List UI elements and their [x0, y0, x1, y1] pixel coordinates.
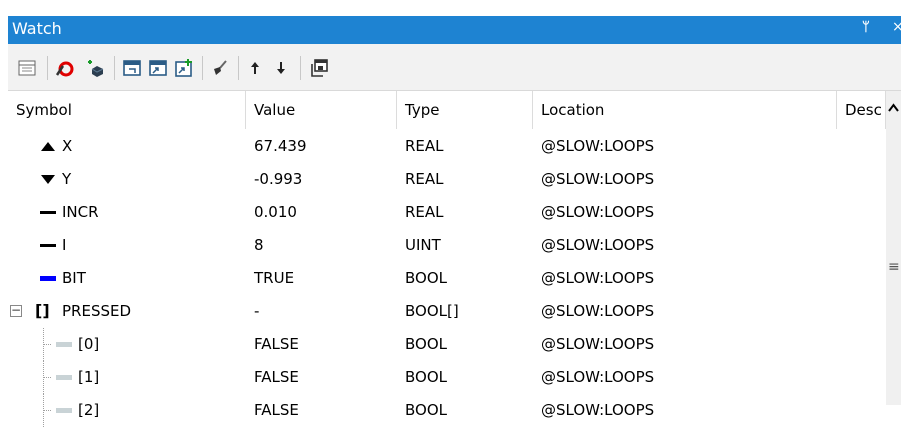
type-cell: BOOL: [405, 335, 447, 353]
title-bar-area: Watch ᛘ ×: [0, 0, 901, 44]
remove-breakpoint-icon[interactable]: [54, 57, 76, 79]
value-cell: -: [254, 302, 260, 320]
export-icon[interactable]: [147, 57, 169, 79]
triangle-up-icon: [41, 142, 55, 151]
scroll-grip-icon[interactable]: ≡: [888, 259, 900, 275]
value-cell: 8: [254, 236, 264, 254]
type-cell: BOOL: [405, 368, 447, 386]
symbol-cell: [0]: [8, 328, 248, 361]
location-cell: @SLOW:LOOPS: [541, 302, 655, 320]
copy-window-icon[interactable]: [308, 57, 330, 79]
collapse-icon[interactable]: −: [10, 304, 22, 317]
triangle-down-icon: [41, 175, 55, 184]
watch-grid: Symbol Value Type Location Desc X 67.439…: [8, 90, 901, 427]
gray-bar-icon: [56, 408, 72, 413]
symbol-cell: X: [8, 130, 248, 163]
location-cell: @SLOW:LOOPS: [541, 236, 655, 254]
location-cell: @SLOW:LOOPS: [541, 170, 655, 188]
table-row[interactable]: Y -0.993 REAL @SLOW:LOOPS: [8, 163, 886, 196]
blue-bar-icon: [40, 276, 56, 281]
toolbar-separator: [114, 56, 115, 80]
symbol-cell: [1]: [8, 361, 248, 394]
location-cell: @SLOW:LOOPS: [541, 368, 655, 386]
toolbar-separator: [300, 56, 301, 80]
add-symbol-icon[interactable]: [84, 57, 106, 79]
value-cell: -0.993: [254, 170, 303, 188]
column-header-location[interactable]: Location: [533, 91, 837, 129]
symbol-cell: BIT: [8, 262, 248, 295]
pin-icon[interactable]: ᛘ: [862, 20, 870, 35]
table-row[interactable]: − [] PRESSED - BOOL[] @SLOW:LOOPS: [8, 295, 886, 328]
location-cell: @SLOW:LOOPS: [541, 203, 655, 221]
value-cell: 67.439: [254, 137, 307, 155]
value-cell: TRUE: [254, 269, 295, 287]
watch-title-bar: Watch ᛘ ×: [8, 16, 901, 44]
symbol-name: X: [62, 137, 73, 155]
line-icon: [40, 244, 56, 247]
table-row[interactable]: I 8 UINT @SLOW:LOOPS: [8, 229, 886, 262]
move-up-icon[interactable]: [244, 57, 266, 79]
symbol-name: PRESSED: [62, 302, 132, 320]
value-cell: 0.010: [254, 203, 297, 221]
symbol-name: Y: [62, 170, 72, 188]
symbol-name: I: [62, 236, 67, 254]
line-icon: [40, 211, 56, 214]
symbol-cell: − [] PRESSED: [8, 295, 248, 328]
table-row[interactable]: [0] FALSE BOOL @SLOW:LOOPS: [8, 328, 886, 361]
gray-bar-icon: [56, 342, 72, 347]
tree-connector: [43, 361, 52, 394]
location-cell: @SLOW:LOOPS: [541, 137, 655, 155]
symbol-cell: INCR: [8, 196, 248, 229]
symbol-name: [1]: [78, 368, 100, 386]
symbol-cell: I: [8, 229, 248, 262]
gray-bar-icon: [56, 375, 72, 380]
move-down-icon[interactable]: [270, 57, 292, 79]
value-cell: FALSE: [254, 335, 299, 353]
view-list-icon[interactable]: [16, 57, 38, 79]
add-variable-icon[interactable]: [173, 57, 195, 79]
scroll-up-icon[interactable]: [888, 103, 899, 113]
symbol-name: [0]: [78, 335, 100, 353]
symbol-name: BIT: [62, 269, 86, 287]
type-cell: BOOL[]: [405, 302, 459, 320]
tree-connector: [43, 394, 52, 427]
toolbar: [8, 44, 901, 90]
column-header-symbol[interactable]: Symbol: [8, 91, 246, 129]
column-header-type[interactable]: Type: [397, 91, 533, 129]
column-header-value[interactable]: Value: [246, 91, 397, 129]
table-row[interactable]: [2] FALSE BOOL @SLOW:LOOPS: [8, 394, 886, 427]
type-cell: UINT: [405, 236, 441, 254]
type-cell: BOOL: [405, 269, 447, 287]
toolbar-separator: [202, 56, 203, 80]
window-title: Watch: [12, 19, 62, 38]
type-cell: REAL: [405, 137, 444, 155]
column-header-description[interactable]: Desc: [837, 91, 886, 129]
type-cell: REAL: [405, 170, 444, 188]
close-icon[interactable]: ×: [892, 19, 901, 35]
table-row[interactable]: [1] FALSE BOOL @SLOW:LOOPS: [8, 361, 886, 394]
location-cell: @SLOW:LOOPS: [541, 335, 655, 353]
symbol-cell: Y: [8, 163, 248, 196]
table-row[interactable]: INCR 0.010 REAL @SLOW:LOOPS: [8, 196, 886, 229]
symbol-name: INCR: [62, 203, 99, 221]
location-cell: @SLOW:LOOPS: [541, 269, 655, 287]
import-icon[interactable]: [121, 57, 143, 79]
value-cell: FALSE: [254, 368, 299, 386]
symbol-cell: [2]: [8, 394, 248, 427]
tree-connector: [43, 328, 52, 361]
vertical-scrollbar[interactable]: ≡: [886, 91, 901, 405]
table-row[interactable]: BIT TRUE BOOL @SLOW:LOOPS: [8, 262, 886, 295]
table-row[interactable]: X 67.439 REAL @SLOW:LOOPS: [8, 130, 886, 163]
toolbar-separator: [47, 56, 48, 80]
type-cell: REAL: [405, 203, 444, 221]
clean-icon[interactable]: [209, 57, 231, 79]
toolbar-separator: [238, 56, 239, 80]
